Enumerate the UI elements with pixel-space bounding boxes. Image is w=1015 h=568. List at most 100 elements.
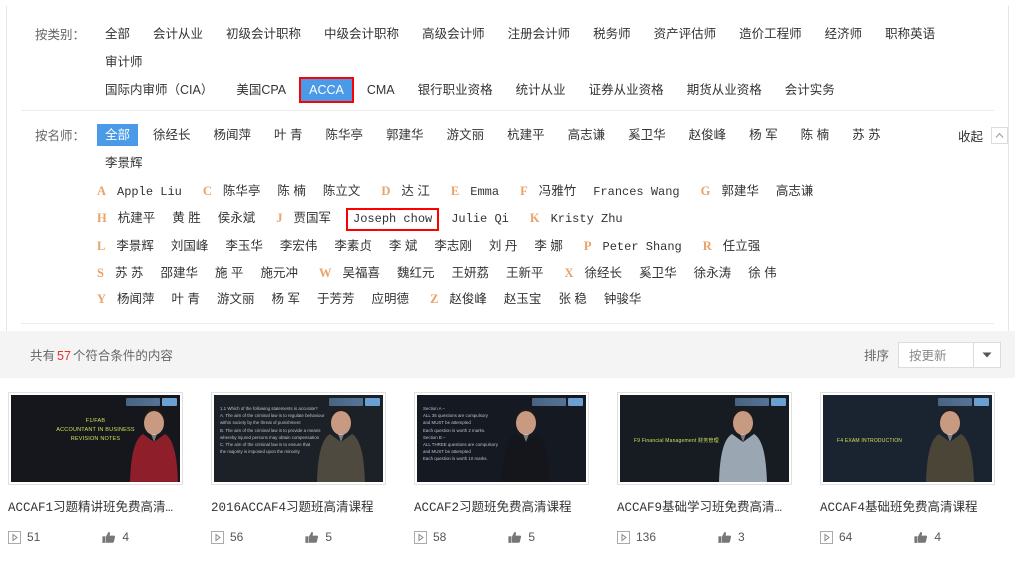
teacher-name-link[interactable]: Joseph chow: [346, 208, 440, 231]
teacher-name-link[interactable]: Peter Shang: [603, 239, 682, 256]
category-item2-4[interactable]: 银行职业资格: [410, 79, 501, 101]
teacher-name-link[interactable]: 王新平: [506, 265, 544, 282]
video-title[interactable]: ACCAF9基础学习班免费高清…: [617, 500, 812, 516]
teacher-name-link[interactable]: 刘 丹: [489, 238, 517, 255]
teacher-name-link[interactable]: 赵俊峰: [449, 291, 487, 308]
teacher-name-link[interactable]: 冯雅竹: [539, 183, 577, 200]
teacher-name-link[interactable]: 徐永涛: [694, 265, 732, 282]
teacher-item-5[interactable]: 郭建华: [378, 124, 432, 146]
category-item-7[interactable]: 资产评估师: [646, 23, 725, 45]
category-item-11[interactable]: 审计师: [97, 51, 151, 73]
teacher-name-link[interactable]: Kristy Zhu: [551, 211, 623, 228]
teacher-name-link[interactable]: 徐经长: [585, 265, 623, 282]
teacher-name-link[interactable]: Julie Qi: [451, 211, 509, 228]
teacher-name-link[interactable]: 李 娜: [534, 238, 562, 255]
teacher-name-link[interactable]: 李志刚: [434, 238, 472, 255]
teacher-name-link[interactable]: 魏红元: [397, 265, 435, 282]
teacher-name-link[interactable]: 施元冲: [260, 265, 298, 282]
category-item2-7[interactable]: 期货从业资格: [679, 79, 770, 101]
video-thumbnail[interactable]: 1.1 Which of the following statements is…: [211, 392, 386, 485]
category-item2-3[interactable]: CMA: [359, 79, 403, 101]
video-card[interactable]: 1.1 Which of the following statements is…: [203, 392, 406, 544]
teacher-name-link[interactable]: 任立强: [723, 238, 761, 255]
teacher-name-link[interactable]: 陈 楠: [277, 183, 305, 200]
video-title[interactable]: ACCAF4基础班免费高清课程: [820, 500, 1015, 516]
teacher-item-11[interactable]: 杨 军: [741, 124, 785, 146]
video-card[interactable]: Section A – ALL 35 questions are compulso…: [406, 392, 609, 544]
category-item2-8[interactable]: 会计实务: [777, 79, 843, 101]
video-title[interactable]: ACCAF1习题精讲班免费高清…: [8, 500, 203, 516]
collapse-link[interactable]: 收起: [952, 124, 989, 147]
category-item2-1[interactable]: 美国CPA: [228, 79, 294, 101]
video-thumbnail[interactable]: F9 Financial Management 财务管理: [617, 392, 792, 485]
video-card[interactable]: F1/FAB ACCOUNTANT IN BUSINESS REVISION NOT…: [0, 392, 203, 544]
teacher-name-link[interactable]: 王妍荔: [451, 265, 489, 282]
teacher-name-link[interactable]: 陈立文: [323, 183, 361, 200]
video-title[interactable]: ACCAF2习题班免费高清课程: [414, 500, 609, 516]
video-thumbnail[interactable]: F4 EXAM INTRODUCTION: [820, 392, 995, 485]
teacher-name-link[interactable]: 奚卫华: [639, 265, 677, 282]
teacher-item-14[interactable]: 李景辉: [97, 152, 151, 174]
category-item-2[interactable]: 初级会计职称: [218, 23, 309, 45]
teacher-item-2[interactable]: 杨闻萍: [206, 124, 260, 146]
video-card[interactable]: F9 Financial Management 财务管理 ACCAF9基础学习班免…: [609, 392, 812, 544]
teacher-name-link[interactable]: 杭建平: [118, 210, 156, 227]
category-item2-0[interactable]: 国际内审师（CIA）: [97, 79, 221, 101]
category-item-9[interactable]: 经济师: [817, 23, 871, 45]
teacher-name-link[interactable]: 徐 伟: [748, 265, 776, 282]
teacher-name-link[interactable]: 吴福喜: [342, 265, 380, 282]
teacher-name-link[interactable]: 李 斌: [389, 238, 417, 255]
teacher-name-link[interactable]: Emma: [470, 184, 499, 201]
teacher-item-9[interactable]: 奚卫华: [620, 124, 674, 146]
category-item-1[interactable]: 会计从业: [145, 23, 211, 45]
teacher-name-link[interactable]: 李宏伟: [280, 238, 318, 255]
teacher-name-link[interactable]: 刘国峰: [171, 238, 209, 255]
teacher-name-link[interactable]: 侯永斌: [218, 210, 256, 227]
video-thumbnail[interactable]: Section A – ALL 35 questions are compulso…: [414, 392, 589, 485]
teacher-name-link[interactable]: 郭建华: [721, 183, 759, 200]
teacher-name-link[interactable]: 贾国军: [294, 210, 332, 227]
teacher-name-link[interactable]: 应明德: [372, 291, 410, 308]
sort-select[interactable]: 按更新: [898, 341, 974, 368]
category-item-6[interactable]: 税务师: [585, 23, 639, 45]
teacher-item-1[interactable]: 徐经长: [145, 124, 199, 146]
teacher-name-link[interactable]: 于芳芳: [317, 291, 355, 308]
teacher-name-link[interactable]: 杨 军: [272, 291, 300, 308]
category-item2-5[interactable]: 统计从业: [508, 79, 574, 101]
teacher-name-link[interactable]: 黄 胜: [172, 210, 200, 227]
category-item-5[interactable]: 注册会计师: [500, 23, 579, 45]
teacher-item-10[interactable]: 赵俊峰: [681, 124, 735, 146]
category-item2-2[interactable]: ACCA: [299, 77, 354, 103]
video-card[interactable]: F4 EXAM INTRODUCTION ACCAF4基础班免费高清课程 64 4: [812, 392, 1015, 544]
category-item-10[interactable]: 职称英语: [877, 23, 943, 45]
teacher-name-link[interactable]: 赵玉宝: [504, 291, 542, 308]
teacher-name-link[interactable]: 杨闻萍: [117, 291, 155, 308]
teacher-item-4[interactable]: 陈华亭: [318, 124, 372, 146]
teacher-name-link[interactable]: 钟骏华: [604, 291, 642, 308]
category-item-3[interactable]: 中级会计职称: [316, 23, 407, 45]
teacher-name-link[interactable]: 张 稳: [558, 291, 586, 308]
category-item-4[interactable]: 高级会计师: [414, 23, 493, 45]
chevron-down-icon[interactable]: [974, 341, 1001, 368]
teacher-item-0[interactable]: 全部: [97, 124, 139, 146]
teacher-item-12[interactable]: 陈 楠: [793, 124, 837, 146]
teacher-name-link[interactable]: 达 江: [401, 183, 429, 200]
teacher-item-8[interactable]: 高志谦: [560, 124, 614, 146]
video-thumbnail[interactable]: F1/FAB ACCOUNTANT IN BUSINESS REVISION NOT…: [8, 392, 183, 485]
category-item-0[interactable]: 全部: [97, 23, 138, 45]
video-title[interactable]: 2016ACCAF4习题班高清课程: [211, 500, 406, 516]
teacher-name-link[interactable]: 邵建华: [160, 265, 198, 282]
chevron-up-icon[interactable]: [991, 127, 1008, 144]
teacher-name-link[interactable]: 李玉华: [225, 238, 263, 255]
teacher-name-link[interactable]: 叶 青: [172, 291, 200, 308]
category-item-8[interactable]: 造价工程师: [731, 23, 810, 45]
teacher-item-6[interactable]: 游文丽: [439, 124, 493, 146]
teacher-item-13[interactable]: 苏 苏: [844, 124, 888, 146]
teacher-name-link[interactable]: 陈华亭: [223, 183, 261, 200]
category-item2-6[interactable]: 证券从业资格: [581, 79, 672, 101]
teacher-name-link[interactable]: 李景辉: [116, 238, 154, 255]
teacher-name-link[interactable]: 高志谦: [776, 183, 814, 200]
teacher-name-link[interactable]: 李素贞: [334, 238, 372, 255]
teacher-name-link[interactable]: Frances Wang: [593, 184, 679, 201]
teacher-name-link[interactable]: 游文丽: [217, 291, 255, 308]
